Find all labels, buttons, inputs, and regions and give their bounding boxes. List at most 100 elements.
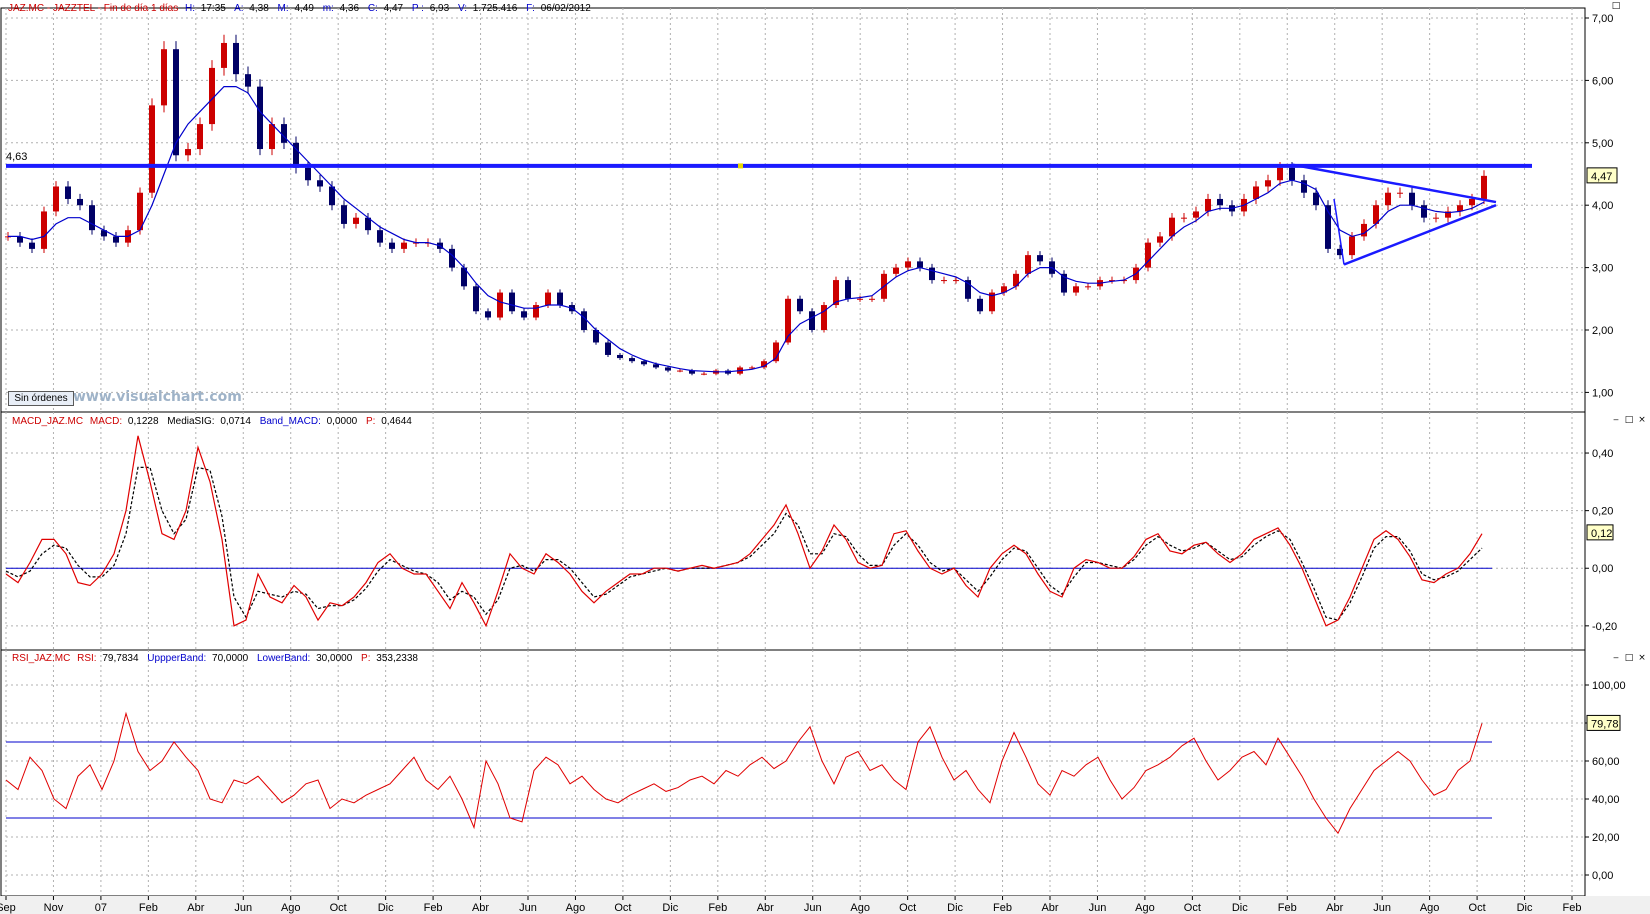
chart-background [0, 0, 1650, 914]
y-tick-label: 0,00 [1592, 563, 1613, 575]
candle-body [509, 292, 515, 312]
candle-body [1385, 192, 1391, 206]
rsi-restore-icon[interactable]: □ [1624, 654, 1634, 663]
x-tick-label: Ago [1135, 902, 1155, 914]
y-tick-label: 0,00 [1592, 870, 1613, 882]
price-restore-icon[interactable]: □ [1611, 2, 1621, 11]
candle-body [1397, 192, 1403, 194]
macd-last-badge: 0,12 [1586, 524, 1614, 541]
x-tick-label: Ago [1420, 902, 1440, 914]
x-axis: Sep Nov 07 Feb Abr Jun Ago Oct Dic Feb Abr Jun Ago Oc… [0, 896, 1650, 914]
price-header-a-label: A: [234, 3, 243, 14]
macd-header-band-label: Band_MACD: [260, 416, 321, 427]
x-tick-label: Nov [44, 902, 64, 914]
x-tick-label: Feb [424, 902, 443, 914]
rsi-minimize-icon[interactable]: ‒ [1611, 654, 1621, 663]
x-tick-label: Abr [1326, 902, 1343, 914]
candle-body [317, 180, 323, 187]
candle-body [857, 298, 863, 300]
x-tick-label: Jun [234, 902, 252, 914]
macd-header-p: 0,4644 [381, 416, 412, 427]
candle-body [233, 42, 239, 75]
price-header-symbol: JAZ.MC - JAZZTEL - Fin de día 1 días [8, 3, 178, 14]
candle-body [257, 86, 263, 150]
candle-body [617, 354, 623, 359]
rsi-last-value: 79,78 [1591, 718, 1619, 730]
y-tick-label: 0,20 [1592, 506, 1613, 518]
x-tick-label: Feb [139, 902, 158, 914]
candle-body [1481, 175, 1487, 199]
price-header-h-label: H: [185, 3, 195, 14]
rsi-header-upper-label: UppperBand: [147, 653, 206, 664]
macd-minimize-icon[interactable]: ‒ [1611, 416, 1621, 425]
candle-body [377, 230, 383, 243]
macd-header-macd: 0,1228 [128, 416, 159, 427]
orders-button[interactable]: Sin órdenes [8, 391, 74, 406]
macd-restore-icon[interactable]: □ [1624, 416, 1634, 425]
rsi-header-lower: 30,0000 [316, 653, 353, 664]
price-header-v: 1.725.416 [473, 3, 518, 14]
candle-body [1265, 180, 1271, 187]
macd-header-macd-label: MACD: [90, 416, 122, 427]
candle-body [1169, 217, 1175, 237]
price-header-c-label: C: [368, 3, 378, 14]
macd-close-icon[interactable]: × [1637, 416, 1647, 425]
x-tick-label: Oct [899, 902, 916, 914]
candle-body [665, 367, 671, 371]
x-tick-label: Jun [1373, 902, 1391, 914]
price-header-low-label: m: [323, 3, 334, 14]
x-tick-label: Dic [1517, 902, 1533, 914]
x-tick-label: Dic [378, 902, 394, 914]
candle-body [305, 167, 311, 181]
candle-body [557, 292, 563, 306]
candle-body [677, 370, 683, 372]
price-header-f: 06/02/2012 [541, 3, 591, 14]
candle-body [197, 124, 203, 150]
rsi-header-rsi-label: RSI: [77, 653, 96, 664]
candle-body [1217, 198, 1223, 206]
candle-body [1361, 223, 1367, 237]
price-last-value: 4,47 [1591, 171, 1612, 183]
candle-body [485, 311, 491, 318]
y-tick-label: -0,20 [1592, 621, 1617, 633]
x-tick-label: Oct [614, 902, 631, 914]
x-tick-label: Sep [0, 902, 16, 914]
y-tick-label: 20,00 [1592, 832, 1620, 844]
y-tick-label: 2,00 [1592, 325, 1613, 337]
rsi-last-badge: 79,78 [1586, 714, 1621, 731]
macd-header-sig-label: MediaSIG: [167, 416, 214, 427]
x-tick-label: Feb [1563, 902, 1582, 914]
rsi-close-icon[interactable]: × [1637, 654, 1647, 663]
candle-body [1349, 236, 1355, 256]
y-tick-label: 60,00 [1592, 756, 1620, 768]
x-tick-label: Oct [1184, 902, 1201, 914]
x-tick-label: Feb [993, 902, 1012, 914]
level-anchor-marker[interactable] [738, 163, 743, 169]
candle-body [533, 305, 539, 318]
candle-body [497, 292, 503, 318]
candle-body [473, 286, 479, 312]
rsi-header-p: 353,2338 [376, 653, 418, 664]
y-tick-label: 3,00 [1592, 263, 1613, 275]
candle-body [905, 261, 911, 268]
macd-last-value: 0,12 [1591, 528, 1612, 540]
candle-body [893, 267, 899, 274]
x-tick-label: Ago [281, 902, 301, 914]
candle-body [29, 242, 35, 249]
candle-body [653, 364, 659, 368]
x-tick-label: Feb [708, 902, 727, 914]
candle-body [521, 311, 527, 318]
candle-body [1301, 180, 1307, 193]
candle-body [941, 280, 947, 282]
candle-body [1181, 217, 1187, 219]
rsi-header-rsi: 79,7834 [102, 653, 139, 664]
y-tick-label: 100,00 [1592, 680, 1626, 692]
candle-body [1469, 198, 1475, 206]
candle-body [581, 311, 587, 330]
x-tick-label: Jun [804, 902, 822, 914]
candle-body [341, 205, 347, 224]
candle-body [1409, 192, 1415, 206]
candle-body [977, 298, 983, 312]
y-tick-label: 1,00 [1592, 387, 1613, 399]
price-header-f-label: F: [526, 3, 535, 14]
